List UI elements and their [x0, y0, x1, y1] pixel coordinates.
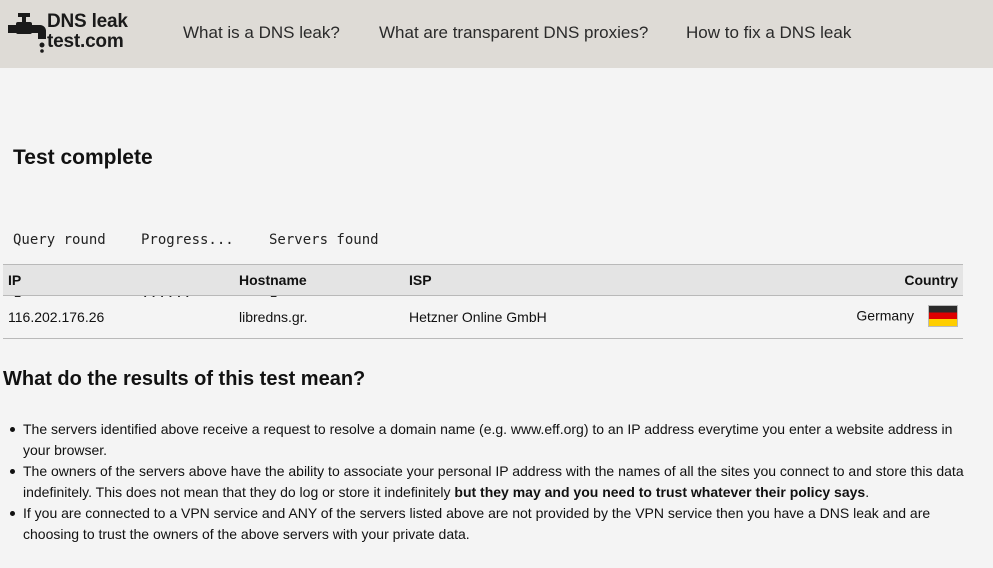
- list-item: If you are connected to a VPN service an…: [10, 503, 968, 545]
- germany-flag-icon: [928, 305, 958, 327]
- cell-ip: 116.202.176.26: [3, 295, 234, 339]
- query-round-label: Query round: [13, 232, 106, 248]
- country-name: Germany: [856, 307, 914, 324]
- logo-line-2: test.com: [47, 31, 124, 52]
- faucet-icon: [8, 13, 46, 53]
- site-header: DNS leak test.com What is a DNS leak? Wh…: [0, 0, 993, 68]
- site-logo[interactable]: DNS leak test.com: [8, 11, 143, 55]
- results-table: IP Hostname ISP Country 116.202.176.26 l…: [3, 264, 963, 339]
- bullet-2-bold: but they may and you need to trust whate…: [454, 484, 866, 500]
- cell-hostname: libredns.gr.: [234, 295, 404, 339]
- column-header-isp: ISP: [404, 264, 723, 296]
- column-header-country: Country: [722, 264, 963, 296]
- table-header-row: IP Hostname ISP Country: [3, 264, 963, 296]
- nav-transparent-dns-proxies[interactable]: What are transparent DNS proxies?: [379, 23, 648, 43]
- logo-line-1: DNS leak: [47, 11, 128, 32]
- nav-how-to-fix[interactable]: How to fix a DNS leak: [686, 23, 851, 43]
- bullet-2-end: .: [865, 484, 870, 500]
- progress-label: Progress...: [141, 232, 234, 248]
- bullet-3-text: If you are connected to a VPN service an…: [23, 505, 931, 542]
- cell-country: Germany: [722, 295, 963, 339]
- results-meaning-heading: What do the results of this test mean?: [3, 368, 366, 390]
- list-item: The servers identified above receive a r…: [10, 419, 968, 461]
- column-header-ip: IP: [3, 264, 234, 296]
- bullet-1-text: The servers identified above receive a r…: [23, 421, 953, 458]
- column-header-hostname: Hostname: [234, 264, 404, 296]
- table-row: 116.202.176.26 libredns.gr. Hetzner Onli…: [3, 295, 963, 339]
- list-item: The owners of the servers above have the…: [10, 461, 968, 503]
- explanation-list: The servers identified above receive a r…: [10, 419, 968, 545]
- logo-text: DNS leak test.com: [47, 12, 128, 52]
- servers-found-label: Servers found: [269, 232, 379, 248]
- nav-what-is-dns-leak[interactable]: What is a DNS leak?: [183, 23, 340, 43]
- test-status-heading: Test complete: [13, 146, 153, 169]
- cell-isp: Hetzner Online GmbH: [404, 295, 723, 339]
